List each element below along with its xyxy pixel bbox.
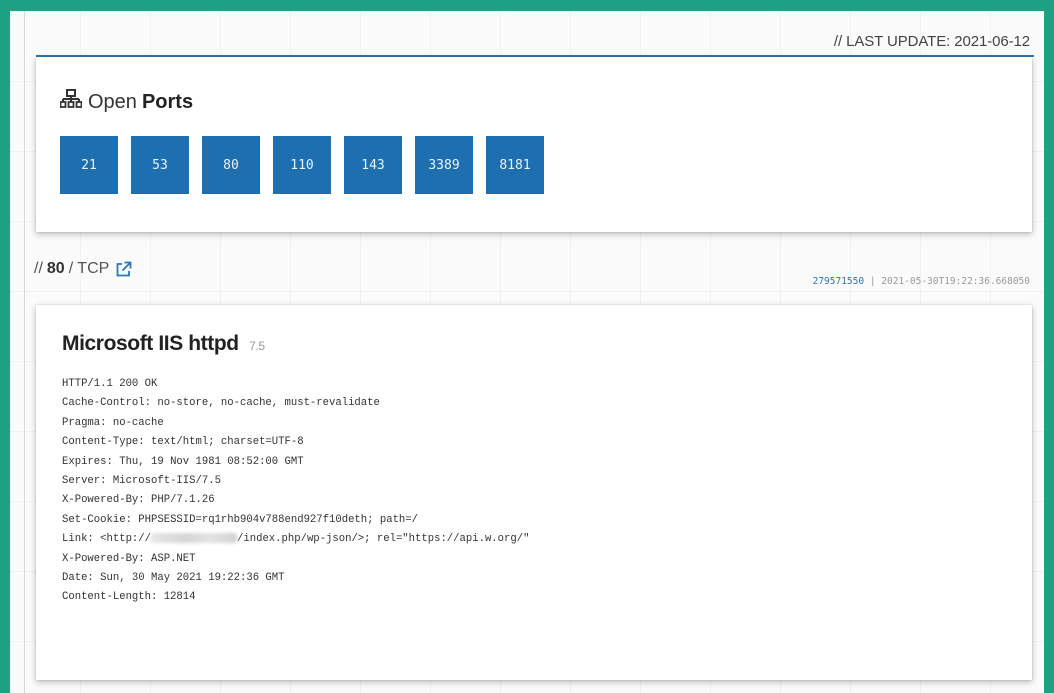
banner-line: X-Powered-By: PHP/7.1.26 (62, 494, 215, 507)
page-frame: // LAST UPDATE: 2021-06-12 Open Ports 21… (10, 11, 1044, 693)
open-ports-heading: Open Ports (59, 89, 194, 115)
ports-list: 21 53 80 110 143 3389 8181 (60, 136, 544, 194)
meta-separator: | (869, 276, 876, 287)
network-icon (59, 89, 88, 115)
banner-line: HTTP/1.1 200 OK (62, 378, 158, 390)
scan-timestamp: 2021-05-30T19:22:36.668050 (881, 276, 1030, 287)
port-button-80[interactable]: 80 (202, 136, 260, 194)
banner-hash-link[interactable]: 279571550 (813, 276, 864, 287)
http-banner: HTTP/1.1 200 OK Cache-Control: no-store,… (62, 375, 529, 608)
external-link-icon[interactable] (115, 261, 132, 278)
scan-meta: 279571550 | 2021-05-30T19:22:36.668050 (813, 276, 1030, 287)
service-name: Microsoft IIS httpd (62, 332, 239, 355)
redacted-host (151, 533, 238, 544)
banner-line: Content-Type: text/html; charset=UTF-8 (62, 436, 304, 449)
port-button-21[interactable]: 21 (60, 136, 118, 194)
banner-line-link: Link: <http:// /index.php/wp-json/>; rel=… (62, 530, 529, 549)
open-ports-title-bold: Ports (141, 90, 194, 113)
service-version: 7.5 (249, 339, 265, 353)
service-title: Microsoft IIS httpd 7.5 (62, 332, 265, 356)
port-button-110[interactable]: 110 (273, 136, 331, 194)
port-prefix: // (34, 260, 43, 277)
port-button-3389[interactable]: 3389 (415, 136, 473, 194)
port-protocol: / TCP (68, 260, 110, 277)
banner-line: Cache-Control: no-store, no-cache, must-… (62, 397, 380, 410)
banner-line: Expires: Thu, 19 Nov 1981 08:52:00 GMT (62, 455, 304, 468)
port-number: 80 (46, 260, 65, 277)
banner-line: Set-Cookie: PHPSESSID=rq1rhb904v788end92… (62, 513, 419, 526)
port-button-143[interactable]: 143 (344, 136, 402, 194)
banner-line: Content-Length: 12814 (62, 591, 196, 604)
link-suffix: /index.php/wp-json/>; rel="https://api.w… (237, 533, 530, 546)
link-prefix: Link: <http:// (62, 533, 152, 546)
service-card: Microsoft IIS httpd 7.5 HTTP/1.1 200 OK … (36, 305, 1032, 680)
port-button-53[interactable]: 53 (131, 136, 189, 194)
banner-line: Pragma: no-cache (62, 416, 164, 429)
port-button-8181[interactable]: 8181 (486, 136, 544, 194)
vertical-divider (24, 11, 25, 693)
last-update: // LAST UPDATE: 2021-06-12 (833, 33, 1030, 50)
banner-line: Date: Sun, 30 May 2021 19:22:36 GMT (62, 571, 285, 584)
open-ports-title-light: Open (88, 90, 137, 113)
banner-line: X-Powered-By: ASP.NET (62, 552, 196, 565)
banner-line: Server: Microsoft-IIS/7.5 (62, 474, 221, 487)
open-ports-card: Open Ports 21 53 80 110 143 3389 8181 (36, 57, 1032, 232)
port-detail-header: // 80 / TCP (34, 260, 132, 278)
